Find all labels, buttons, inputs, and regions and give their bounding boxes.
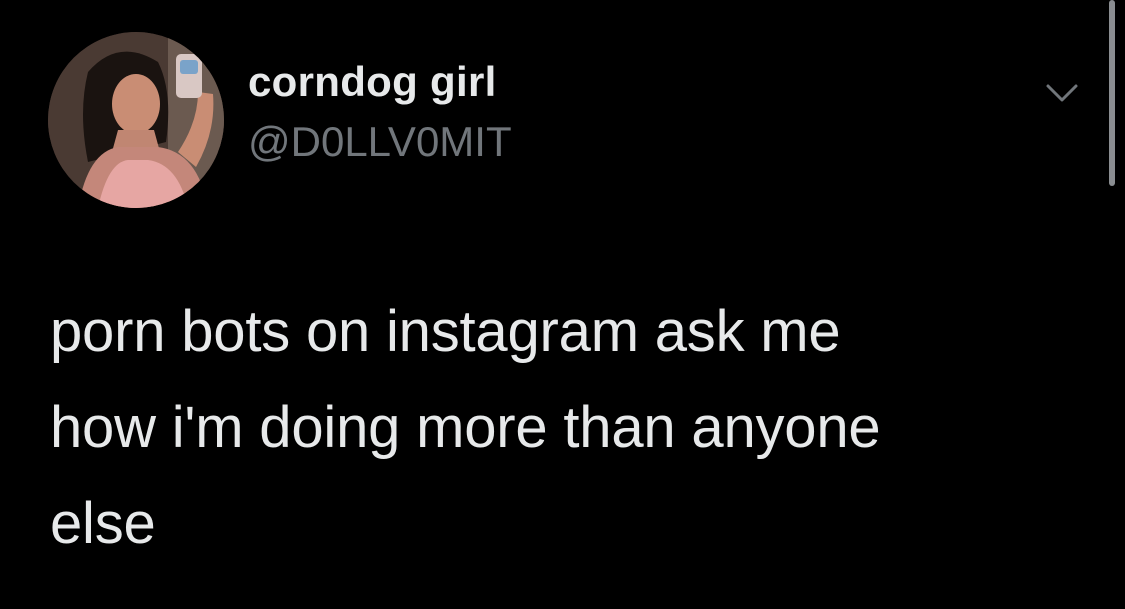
profile-photo-icon bbox=[48, 32, 224, 208]
scrollbar[interactable] bbox=[1109, 0, 1115, 186]
tweet-menu-button[interactable] bbox=[1040, 78, 1084, 108]
tweet-text: porn bots on instagram ask me how i'm do… bbox=[50, 299, 881, 556]
chevron-down-icon bbox=[1046, 84, 1078, 102]
avatar[interactable] bbox=[48, 32, 224, 208]
author-handle[interactable]: @D0LLV0MIT bbox=[248, 118, 512, 166]
author-display-name[interactable]: corndog girl bbox=[248, 58, 497, 106]
tweet-card: corndog girl @D0LLV0MIT porn bots on ins… bbox=[0, 0, 1125, 609]
